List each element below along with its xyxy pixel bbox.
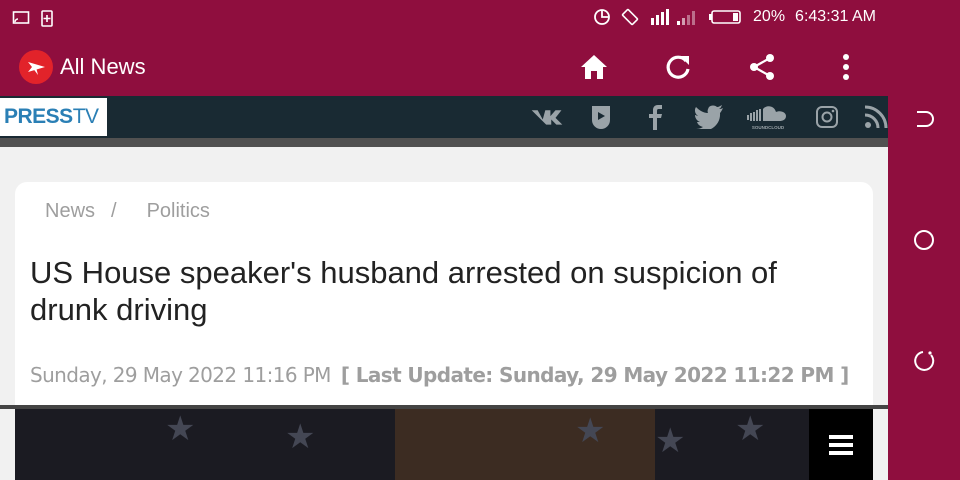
signal-icon: [651, 9, 696, 25]
breadcrumb-separator: /: [111, 200, 117, 222]
battery-saver-icon: [41, 10, 53, 27]
breadcrumb-politics[interactable]: Politics: [147, 200, 210, 223]
app-logo-icon: [19, 50, 53, 84]
image-figure: [395, 409, 655, 480]
battery-icon: [709, 10, 741, 24]
system-nav-bar: [888, 0, 960, 480]
recents-nav-icon[interactable]: [912, 349, 936, 373]
battery-percent: 20%: [753, 8, 786, 25]
home-nav-icon[interactable]: [912, 228, 936, 252]
breadcrumb: News / Politics: [45, 200, 210, 223]
more-vert-icon: [843, 54, 849, 80]
share-icon: [750, 54, 774, 80]
refresh-button[interactable]: [661, 50, 695, 84]
facebook-icon[interactable]: [638, 100, 672, 134]
app-toolbar: All News: [0, 36, 888, 96]
home-icon: [581, 55, 607, 79]
logo-press: PRESS: [4, 105, 73, 128]
data-saver-icon: [594, 9, 610, 25]
logo-tv: TV: [72, 105, 99, 128]
home-button[interactable]: [577, 50, 611, 84]
menu-button[interactable]: [809, 409, 873, 480]
header-divider: [0, 138, 888, 147]
hamburger-icon: [829, 434, 853, 455]
status-bar: 20% 6:43:31 AM: [0, 0, 888, 36]
vk-icon[interactable]: [530, 100, 564, 134]
presstv-logo[interactable]: PRESS TV: [0, 98, 107, 136]
rotate-icon: [621, 8, 639, 26]
publish-date: Sunday, 29 May 2022 11:16 PM: [30, 363, 331, 387]
article-dateline: Sunday, 29 May 2022 11:16 PM [ Last Updat…: [30, 363, 849, 387]
social-links: SOUNDCLOUD: [510, 100, 888, 134]
clock: 6:43:31 AM: [795, 8, 876, 25]
instagram-icon[interactable]: [810, 100, 844, 134]
site-header: PRESS TV SOUNDCLOUD: [0, 96, 888, 138]
twitter-icon[interactable]: [692, 100, 726, 134]
rss-icon[interactable]: [864, 100, 888, 134]
more-options-button[interactable]: [829, 50, 863, 84]
article-headline: US House speaker's husband arrested on s…: [30, 255, 777, 327]
webview: PRESS TV SOUNDCLOUD News / Politics US H…: [0, 96, 888, 480]
refresh-icon: [666, 55, 690, 79]
back-nav-icon[interactable]: [912, 107, 936, 131]
bitchute-icon[interactable]: [584, 100, 618, 134]
article-image: ★ ★ ★ ★ ★: [15, 409, 873, 480]
svg-text:SOUNDCLOUD: SOUNDCLOUD: [752, 125, 785, 130]
soundcloud-icon[interactable]: SOUNDCLOUD: [746, 100, 790, 134]
cast-icon: [12, 11, 30, 24]
breadcrumb-news[interactable]: News: [45, 200, 95, 223]
share-button[interactable]: [745, 50, 779, 84]
app-title: All News: [60, 54, 146, 79]
last-update: [ Last Update: Sunday, 29 May 2022 11:22…: [340, 363, 849, 387]
